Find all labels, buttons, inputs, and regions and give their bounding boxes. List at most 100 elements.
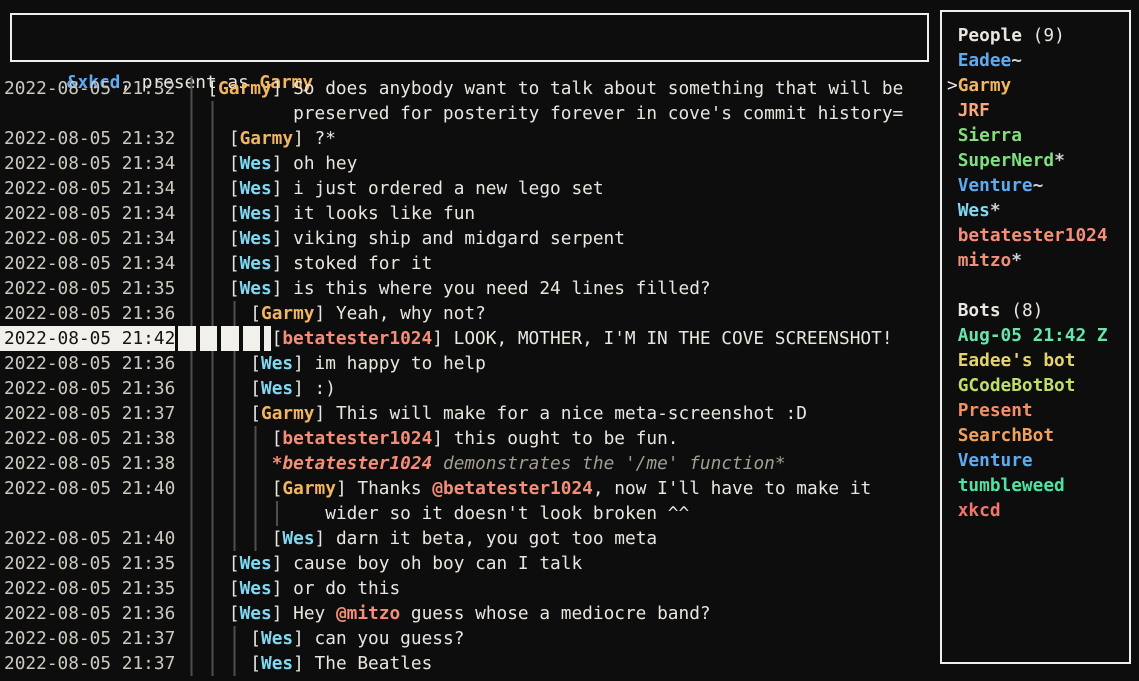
user-name: Eadee	[958, 48, 1012, 73]
message-text: [	[272, 478, 283, 499]
bot-list-item[interactable]: tumbleweed	[947, 473, 1129, 498]
chat-row[interactable]: 2022-08-05 21:42[betatester1024] LOOK, M…	[0, 326, 939, 351]
chat-row[interactable]: 2022-08-05 21:36 [Wes] im happy to help	[0, 351, 939, 376]
chat-row[interactable]: 2022-08-05 21:37 [Garmy] This will make …	[0, 401, 939, 426]
message-text: [	[250, 303, 261, 324]
message-text: or do this	[293, 578, 400, 599]
chat-row[interactable]: 2022-08-05 21:38 *betatester1024 demonst…	[0, 451, 939, 476]
message-line: [Wes] or do this	[175, 576, 939, 601]
tree-bar	[207, 451, 218, 476]
message-line: [Wes] :)	[175, 376, 939, 401]
chat-row[interactable]: 2022-08-05 21:32 [Garmy] ?*	[0, 126, 939, 151]
person-list-item[interactable]: Sierra	[947, 123, 1129, 148]
person-list-item[interactable]: Wes*	[947, 198, 1129, 223]
chat-row[interactable]: 2022-08-05 21:38 [betatester1024] this o…	[0, 426, 939, 451]
marker-space	[947, 98, 958, 123]
chat-row[interactable]: 2022-08-05 21:32 [Garmy] So does anybody…	[0, 76, 939, 101]
chat-row[interactable]: 2022-08-05 21:34 [Wes] stoked for it	[0, 251, 939, 276]
tree-bar	[207, 501, 218, 526]
bot-list-item[interactable]: GCodeBotBot	[947, 373, 1129, 398]
message-text: [	[229, 153, 240, 174]
person-list-item[interactable]: betatester1024	[947, 223, 1129, 248]
message-text: Yeah, why not?	[336, 303, 486, 324]
message-text: Wes	[240, 253, 272, 274]
message-text: [	[250, 353, 261, 374]
person-list-item[interactable]: mitzo*	[947, 248, 1129, 273]
chat-row[interactable]: 2022-08-05 21:36 [Wes] :)	[0, 376, 939, 401]
marker-space	[947, 123, 958, 148]
tree-bar	[229, 301, 240, 326]
message-text: ]	[293, 353, 314, 374]
bot-list-item[interactable]: Aug-05 21:42 Z	[947, 323, 1129, 348]
chat-row[interactable]: wider so it doesn't look broken ^^	[0, 501, 939, 526]
tree-bar	[207, 551, 218, 576]
chat-row[interactable]: 2022-08-05 21:34 [Wes] i just ordered a …	[0, 176, 939, 201]
marker-space	[947, 348, 958, 373]
marker-space	[947, 448, 958, 473]
message-text: This will make for a nice meta-screensho…	[336, 403, 807, 424]
chat-row[interactable]: 2022-08-05 21:35 [Wes] cause boy oh boy …	[0, 551, 939, 576]
tree-bar	[207, 601, 218, 626]
people-header: People (9)	[947, 23, 1129, 48]
selection-block	[261, 326, 271, 351]
message-text: ]	[272, 153, 293, 174]
chat-row[interactable]: 2022-08-05 21:40 [Garmy] Thanks @betates…	[0, 476, 939, 501]
message-text: Thanks	[357, 478, 432, 499]
timestamp: 2022-08-05 21:36	[0, 351, 175, 376]
timestamp: 2022-08-05 21:37	[0, 651, 175, 676]
timestamp: 2022-08-05 21:34	[0, 176, 175, 201]
message-line: preserved for posterity forever in cove'…	[175, 101, 939, 126]
message-text: [	[272, 528, 283, 549]
person-list-item[interactable]: Venture~	[947, 173, 1129, 198]
cove-chat-terminal: &xkcd, present as Garmy 2022-08-05 21:32…	[0, 0, 1139, 681]
user-name: JRF	[958, 98, 990, 123]
chat-row[interactable]: 2022-08-05 21:35 [Wes] is this where you…	[0, 276, 939, 301]
timestamp: 2022-08-05 21:36	[0, 376, 175, 401]
person-list-item[interactable]: Eadee~	[947, 48, 1129, 73]
chat-row[interactable]: 2022-08-05 21:34 [Wes] viking ship and m…	[0, 226, 939, 251]
timestamp: 2022-08-05 21:35	[0, 276, 175, 301]
user-name: mitzo	[958, 248, 1012, 273]
chat-log: 2022-08-05 21:32 [Garmy] So does anybody…	[0, 76, 939, 676]
message-text: Garmy	[261, 303, 315, 324]
message-line: [Wes] is this where you need 24 lines fi…	[175, 276, 939, 301]
bot-list-item[interactable]: SearchBot	[947, 423, 1129, 448]
tree-bar	[186, 126, 197, 151]
chat-row[interactable]: preserved for posterity forever in cove'…	[0, 101, 939, 126]
message-line: [Wes] im happy to help	[175, 351, 939, 376]
message-text: guess whose a mediocre band?	[400, 603, 710, 624]
timestamp: 2022-08-05 21:38	[0, 451, 175, 476]
person-list-item[interactable]: JRF	[947, 98, 1129, 123]
message-text: ]	[272, 553, 293, 574]
tree-bar	[207, 576, 218, 601]
marker-space	[947, 323, 958, 348]
chat-row[interactable]: 2022-08-05 21:34 [Wes] oh hey	[0, 151, 939, 176]
person-list-item[interactable]: SuperNerd*	[947, 148, 1129, 173]
chat-row[interactable]: 2022-08-05 21:37 [Wes] can you guess?	[0, 626, 939, 651]
tree-bar	[207, 351, 218, 376]
message-line: [Wes] cause boy oh boy can I talk	[175, 551, 939, 576]
tree-bar	[186, 426, 197, 451]
tree-bar	[207, 201, 218, 226]
message-text: can you guess?	[315, 628, 465, 649]
chat-row[interactable]: 2022-08-05 21:37 [Wes] The Beatles	[0, 651, 939, 676]
bot-list-item[interactable]: Venture	[947, 448, 1129, 473]
status-suffix: *	[1054, 148, 1065, 173]
message-text: wider so it doesn't look broken ^^	[325, 503, 689, 524]
tree-bar	[229, 351, 240, 376]
bot-list-item[interactable]: xkcd	[947, 498, 1129, 523]
bot-list-item[interactable]: Present	[947, 398, 1129, 423]
chat-row[interactable]: 2022-08-05 21:40 [Wes] darn it beta, you…	[0, 526, 939, 551]
timestamp: 2022-08-05 21:32	[0, 126, 175, 151]
tree-bar	[186, 301, 197, 326]
person-list-item[interactable]: >Garmy	[947, 73, 1129, 98]
bot-list-item[interactable]: Eadee's bot	[947, 348, 1129, 373]
chat-row[interactable]: 2022-08-05 21:34 [Wes] it looks like fun	[0, 201, 939, 226]
chat-row[interactable]: 2022-08-05 21:36 [Wes] Hey @mitzo guess …	[0, 601, 939, 626]
user-name: GCodeBotBot	[958, 373, 1076, 398]
people-title: People	[958, 23, 1022, 48]
chat-row[interactable]: 2022-08-05 21:35 [Wes] or do this	[0, 576, 939, 601]
message-text: preserved for posterity forever in cove'…	[293, 103, 903, 124]
user-name: Venture	[958, 448, 1033, 473]
chat-row[interactable]: 2022-08-05 21:36 [Garmy] Yeah, why not?	[0, 301, 939, 326]
